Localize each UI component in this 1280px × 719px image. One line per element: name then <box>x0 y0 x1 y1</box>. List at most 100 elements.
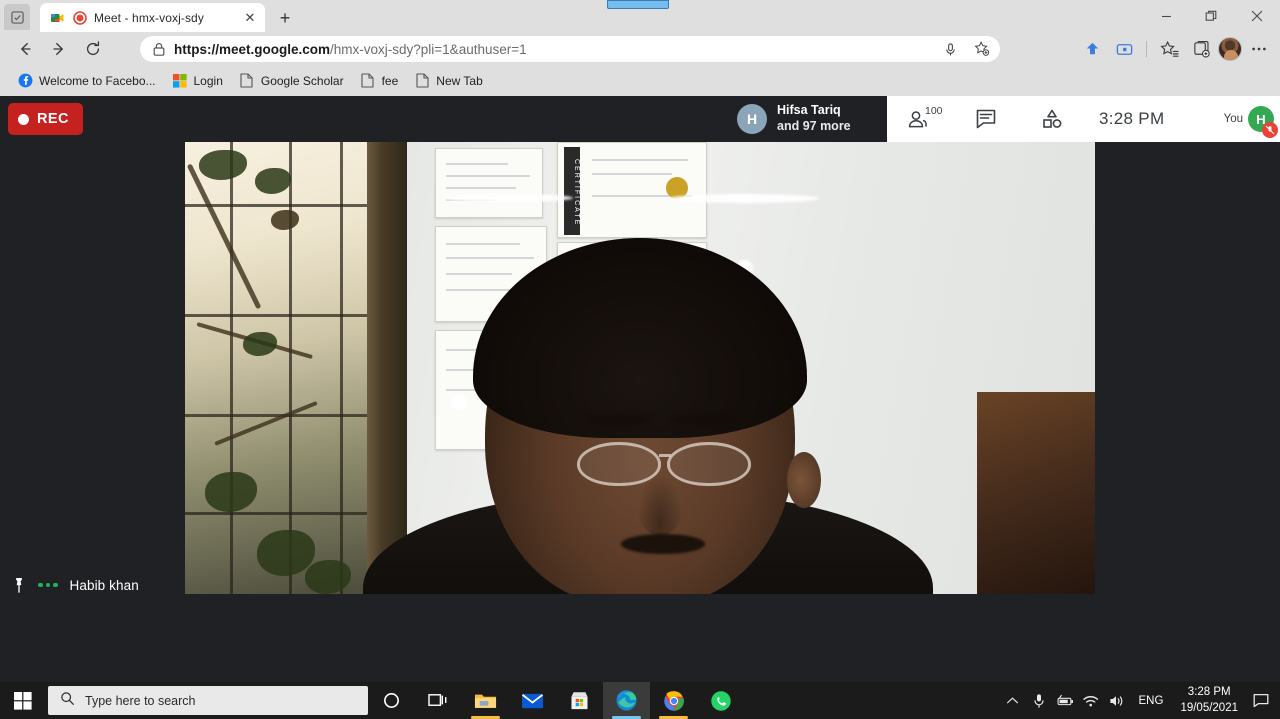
action-center-icon[interactable] <box>1246 682 1276 719</box>
page-icon <box>414 73 430 89</box>
wooden-door <box>977 392 1095 594</box>
presenter-avatar: H <box>737 104 767 134</box>
presenter-more-count: and 97 more <box>777 119 851 133</box>
bookmark-login[interactable]: Login <box>165 70 230 92</box>
minimize-button[interactable] <box>1144 0 1189 32</box>
self-label: You <box>1223 113 1243 125</box>
record-dot-icon <box>18 113 29 125</box>
tray-language-indicator[interactable]: ENG <box>1130 695 1173 707</box>
profile-avatar[interactable] <box>1218 37 1242 61</box>
show-hidden-icons-chevron-up-icon[interactable] <box>1000 682 1026 719</box>
tab-close-button[interactable]: ✕ <box>241 9 259 27</box>
url-path: /hmx-voxj-sdy?pli=1&authuser=1 <box>330 41 527 57</box>
google-meet-app: REC H Hifsa Tariq and 97 more 100 3:28 P… <box>0 96 1280 719</box>
taskbar-app-google-chrome[interactable] <box>650 682 697 719</box>
reload-button[interactable] <box>76 34 110 64</box>
taskbar-app-task-view[interactable] <box>415 682 462 719</box>
bookmark-google-scholar[interactable]: Google Scholar <box>232 70 351 92</box>
system-tray: ENG 3:28 PM 19/05/2021 <box>1000 682 1280 719</box>
bookmark-label: fee <box>381 73 399 88</box>
collections-icon[interactable] <box>1186 35 1216 63</box>
taskbar-search-placeholder: Type here to search <box>85 693 196 708</box>
picture-in-picture-icon[interactable] <box>1109 35 1139 63</box>
taskbar-search-box[interactable]: Type here to search <box>48 686 368 715</box>
window-frame <box>367 142 407 594</box>
audio-activity-indicator <box>38 582 58 588</box>
video-frame-content: CERTIFICATE <box>185 142 1095 594</box>
background-window <box>185 142 367 594</box>
taskbar-app-mail[interactable] <box>509 682 556 719</box>
facebook-icon <box>17 73 33 89</box>
window-controls <box>1144 0 1280 32</box>
favorites-icon[interactable] <box>1154 35 1184 63</box>
forward-button[interactable] <box>42 34 76 64</box>
person-moustache <box>621 534 705 554</box>
url-text: https://meet.google.com/hmx-voxj-sdy?pli… <box>174 41 527 57</box>
browser-chrome: Meet - hmx-voxj-sdy ✕ + https://meet.goo… <box>0 0 1280 96</box>
address-bar[interactable]: https://meet.google.com/hmx-voxj-sdy?pli… <box>140 36 1000 62</box>
participant-count: 100 <box>925 105 943 117</box>
close-window-button[interactable] <box>1234 0 1280 32</box>
tray-date: 19/05/2021 <box>1180 701 1238 714</box>
meeting-clock: 3:28 PM <box>1099 109 1165 128</box>
meet-top-bar: REC H Hifsa Tariq and 97 more 100 3:28 P… <box>0 96 1280 142</box>
new-tab-button[interactable]: + <box>272 6 298 30</box>
bookmark-fee[interactable]: fee <box>353 70 406 92</box>
chat-button[interactable] <box>953 96 1019 142</box>
microphone-search-icon[interactable] <box>938 38 962 60</box>
taskbar-app-whatsapp[interactable] <box>697 682 744 719</box>
tab-title: Meet - hmx-voxj-sdy <box>94 10 204 25</box>
tab-actions-menu-button[interactable] <box>4 4 30 30</box>
start-button[interactable] <box>0 682 46 719</box>
person-ear <box>787 452 821 508</box>
browser-toolbar-icons <box>1077 34 1274 64</box>
back-button[interactable] <box>8 34 42 64</box>
recording-label: REC <box>37 111 69 127</box>
pin-icon[interactable] <box>12 577 26 594</box>
bookmark-new-tab[interactable]: New Tab <box>407 70 489 92</box>
tab-strip: Meet - hmx-voxj-sdy ✕ + <box>0 0 1280 32</box>
screen: Meet - hmx-voxj-sdy ✕ + https://meet.goo… <box>0 0 1280 719</box>
browser-tab[interactable]: Meet - hmx-voxj-sdy ✕ <box>40 3 265 32</box>
taskbar-app-microsoft-edge[interactable] <box>603 682 650 719</box>
add-favorite-icon[interactable] <box>970 38 994 60</box>
meet-top-right-panel: 100 3:28 PM You H <box>887 96 1280 142</box>
presenter-names: Hifsa Tariq and 97 more <box>777 103 851 134</box>
tray-volume-icon[interactable] <box>1104 682 1130 719</box>
search-icon <box>60 691 75 711</box>
active-speaker-video-tile[interactable]: CERTIFICATE <box>185 142 1095 594</box>
browser-settings-icon[interactable] <box>1244 35 1274 63</box>
video-participant-name: Habib khan <box>69 577 139 593</box>
page-icon <box>360 73 376 89</box>
tray-microphone-icon[interactable] <box>1026 682 1052 719</box>
taskbar-app-cortana[interactable] <box>368 682 415 719</box>
lock-icon <box>152 42 166 57</box>
microsoft-icon <box>172 73 188 89</box>
presenter-chip[interactable]: H Hifsa Tariq and 97 more <box>727 96 887 142</box>
video-tile-name-overlay: Habib khan <box>0 567 178 603</box>
tray-battery-icon[interactable] <box>1052 682 1078 719</box>
self-muted-icon <box>1262 122 1278 138</box>
tray-clock[interactable]: 3:28 PM 19/05/2021 <box>1172 685 1246 716</box>
page-icon <box>239 73 255 89</box>
recording-badge: REC <box>8 103 83 135</box>
window-snap-indicator <box>607 0 669 9</box>
bookmarks-bar: Welcome to Facebo... Login Google Schola… <box>0 65 1280 96</box>
windows-taskbar: Type here to search ENG 3:28 PM 19/05/20… <box>0 682 1280 719</box>
activities-button[interactable] <box>1019 96 1085 142</box>
bookmark-facebook[interactable]: Welcome to Facebo... <box>10 70 163 92</box>
video-stage: CERTIFICATE Habib khan <box>0 142 1280 682</box>
tray-wifi-icon[interactable] <box>1078 682 1104 719</box>
taskbar-app-file-explorer[interactable] <box>462 682 509 719</box>
participants-button[interactable]: 100 <box>887 96 953 142</box>
tray-time: 3:28 PM <box>1187 685 1231 698</box>
toolbar-divider <box>1146 41 1147 57</box>
bookmark-label: Welcome to Facebo... <box>39 73 156 88</box>
maximize-restore-button[interactable] <box>1189 0 1234 32</box>
google-meet-favicon <box>50 10 66 26</box>
split-screen-icon[interactable] <box>1077 35 1107 63</box>
taskbar-app-microsoft-store[interactable] <box>556 682 603 719</box>
bookmark-label: New Tab <box>436 73 483 88</box>
tab-recording-icon <box>73 10 87 25</box>
presenter-name: Hifsa Tariq <box>777 103 841 118</box>
